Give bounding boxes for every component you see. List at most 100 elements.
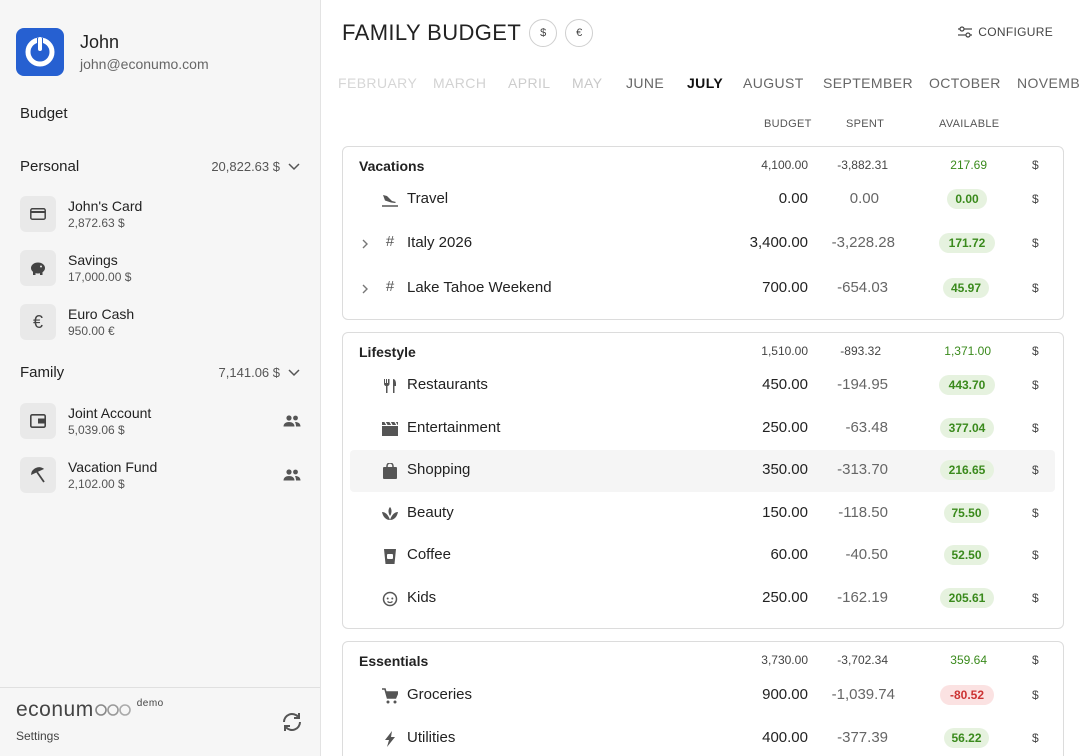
coffee-cup-icon — [381, 547, 399, 565]
avatar — [16, 28, 64, 76]
item-currency: $ — [1032, 688, 1039, 702]
credit-card-icon — [20, 196, 56, 232]
budget-item-row[interactable]: # Italy 2026 3,400.00 -3,228.28 171.72 $ — [343, 232, 1063, 254]
budget-item-row[interactable]: Kids 250.00 -162.19 205.61 $ — [343, 588, 1063, 609]
category-card-essentials: Essentials 3,730.00 -3,702.34 359.64 $ G… — [342, 641, 1064, 756]
user-email: john@econumo.com — [80, 56, 209, 72]
budget-item-row[interactable]: Utilities 400.00 -377.39 56.22 $ — [343, 728, 1063, 749]
item-spent: -377.39 — [837, 729, 888, 746]
category-row[interactable]: Lifestyle 1,510.00 -893.32 1,371.00 $ — [343, 344, 1063, 364]
account-balance: 17,000.00 $ — [68, 269, 132, 284]
item-spent: -40.50 — [845, 546, 888, 563]
tab-month[interactable]: SEPTEMBER — [823, 75, 913, 91]
tab-month[interactable]: JUNE — [626, 75, 664, 91]
clapperboard-icon — [381, 420, 399, 438]
item-budget[interactable]: 900.00 — [762, 686, 808, 703]
budget-item-row[interactable]: Restaurants 450.00 -194.95 443.70 $ — [343, 375, 1063, 396]
account-joint-account[interactable]: Joint Account 5,039.06 $ — [20, 403, 302, 439]
item-name: Shopping — [407, 461, 471, 478]
category-name: Essentials — [359, 653, 429, 669]
item-spent: -194.95 — [837, 376, 888, 393]
item-spent: -63.48 — [845, 419, 888, 436]
category-available: 359.64 — [950, 653, 987, 667]
budget-item-row[interactable]: Coffee 60.00 -40.50 52.50 $ — [343, 545, 1063, 566]
shared-users-icon — [282, 411, 302, 431]
column-header-available: AVAILABLE — [939, 118, 1000, 130]
currency-button-eur[interactable]: € — [565, 19, 594, 47]
logo-circles-icon — [94, 704, 131, 716]
refresh-icon[interactable] — [280, 710, 304, 734]
item-budget[interactable]: 700.00 — [762, 279, 808, 296]
budget-item-row[interactable]: Travel 0.00 0.00 0.00 $ — [343, 189, 1063, 210]
account-group-personal[interactable]: Personal 20,822.63 $ — [20, 158, 300, 175]
item-spent: -313.70 — [837, 461, 888, 478]
item-budget[interactable]: 0.00 — [779, 190, 808, 207]
tab-month[interactable]: NOVEMBER — [1017, 75, 1080, 91]
configure-button[interactable]: CONFIGURE — [958, 25, 1053, 39]
sliders-icon — [958, 26, 973, 38]
tab-month[interactable]: MARCH — [433, 75, 486, 91]
tab-month-active[interactable]: JULY — [687, 75, 723, 91]
account-name: Joint Account — [68, 404, 152, 421]
category-row[interactable]: Vacations 4,100.00 -3,882.31 217.69 $ — [343, 158, 1063, 178]
chevron-right-icon[interactable] — [359, 238, 371, 250]
item-name: Kids — [407, 589, 437, 606]
item-budget[interactable]: 250.00 — [762, 419, 808, 436]
tab-month[interactable]: AUGUST — [743, 75, 804, 91]
budget-item-row[interactable]: Entertainment 250.00 -63.48 377.04 $ — [343, 418, 1063, 439]
item-currency: $ — [1032, 731, 1039, 745]
item-budget[interactable]: 350.00 — [762, 461, 808, 478]
sidebar-item-budget[interactable]: Budget — [20, 105, 68, 122]
item-currency: $ — [1032, 421, 1039, 435]
item-available-pill: 75.50 — [944, 503, 989, 523]
item-budget[interactable]: 450.00 — [762, 376, 808, 393]
category-available: 217.69 — [950, 158, 987, 172]
account-johns-card[interactable]: John's Card 2,872.63 $ — [20, 196, 302, 232]
account-savings[interactable]: Savings 17,000.00 $ — [20, 250, 302, 286]
power-icon — [25, 37, 55, 67]
configure-label: CONFIGURE — [978, 25, 1053, 39]
chevron-down-icon — [288, 368, 300, 376]
user-name: John — [80, 32, 120, 52]
user-profile[interactable]: John john@econumo.com — [16, 28, 209, 76]
account-group-family[interactable]: Family 7,141.06 $ — [20, 364, 300, 381]
item-budget[interactable]: 400.00 — [762, 729, 808, 746]
item-budget[interactable]: 3,400.00 — [750, 234, 808, 251]
item-spent: -3,228.28 — [831, 234, 895, 251]
category-currency: $ — [1032, 158, 1039, 172]
account-balance: 2,872.63 $ — [68, 215, 125, 230]
account-balance: 5,039.06 $ — [68, 422, 125, 437]
budget-item-row[interactable]: Shopping 350.00 -313.70 216.65 $ — [343, 460, 1063, 481]
tab-month[interactable]: FEBRUARY — [338, 75, 417, 91]
tab-month[interactable]: MAY — [572, 75, 603, 91]
item-currency: $ — [1032, 463, 1039, 477]
item-name: Coffee — [407, 546, 451, 563]
item-available-pill: 0.00 — [947, 189, 987, 209]
category-row[interactable]: Essentials 3,730.00 -3,702.34 359.64 $ — [343, 653, 1063, 673]
item-budget[interactable]: 60.00 — [770, 546, 808, 563]
budget-item-row[interactable]: # Lake Tahoe Weekend 700.00 -654.03 45.9… — [343, 277, 1063, 299]
category-available: 1,371.00 — [944, 344, 991, 358]
account-balance: 2,102.00 $ — [68, 476, 125, 491]
sidebar: John john@econumo.com Budget Personal 20… — [0, 0, 321, 756]
wallet-icon — [20, 403, 56, 439]
hashtag-icon: # — [385, 277, 395, 295]
item-available-pill: 56.22 — [944, 728, 989, 748]
settings-link[interactable]: Settings — [16, 729, 59, 743]
item-budget[interactable]: 250.00 — [762, 589, 808, 606]
item-name: Utilities — [407, 729, 456, 746]
budget-item-row[interactable]: Beauty 150.00 -118.50 75.50 $ — [343, 503, 1063, 524]
tab-month[interactable]: APRIL — [508, 75, 550, 91]
account-vacation-fund[interactable]: Vacation Fund 2,102.00 $ — [20, 457, 302, 493]
chevron-right-icon[interactable] — [359, 283, 371, 295]
demo-badge: demo — [136, 698, 164, 709]
fork-knife-icon — [381, 377, 399, 395]
account-euro-cash[interactable]: € Euro Cash 950.00 € — [20, 304, 302, 340]
item-currency: $ — [1032, 506, 1039, 520]
budget-item-row[interactable]: Groceries 900.00 -1,039.74 -80.52 $ — [343, 685, 1063, 706]
hashtag-icon: # — [385, 232, 395, 250]
item-budget[interactable]: 150.00 — [762, 504, 808, 521]
tab-month[interactable]: OCTOBER — [929, 75, 1001, 91]
currency-button-usd[interactable]: $ — [529, 19, 558, 47]
item-currency: $ — [1032, 192, 1039, 206]
